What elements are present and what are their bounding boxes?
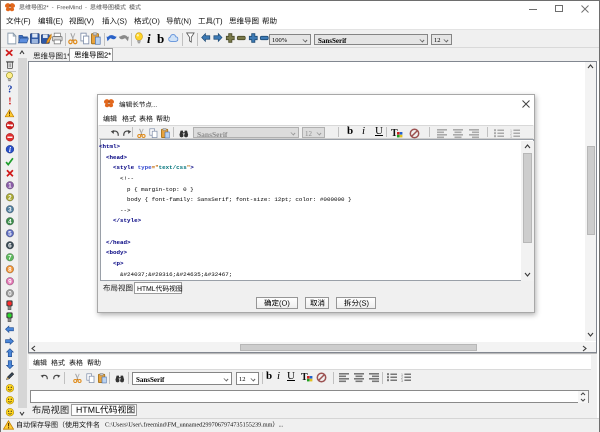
svg-text:1: 1 (8, 182, 12, 189)
svg-text:6: 6 (8, 242, 12, 249)
svg-text:4: 4 (8, 218, 12, 225)
svg-text:3: 3 (401, 379, 403, 383)
svg-text:3: 3 (8, 206, 12, 213)
svg-text:9: 9 (8, 278, 12, 285)
svg-text:7: 7 (8, 254, 12, 261)
svg-text:T: T (301, 372, 308, 383)
svg-text:5: 5 (8, 230, 12, 237)
svg-text:2: 2 (8, 194, 12, 201)
svg-text:?: ? (7, 85, 12, 95)
svg-text:0: 0 (8, 290, 12, 297)
svg-text:!: ! (8, 97, 11, 107)
svg-text:T: T (391, 128, 398, 139)
svg-text:8: 8 (8, 266, 12, 273)
